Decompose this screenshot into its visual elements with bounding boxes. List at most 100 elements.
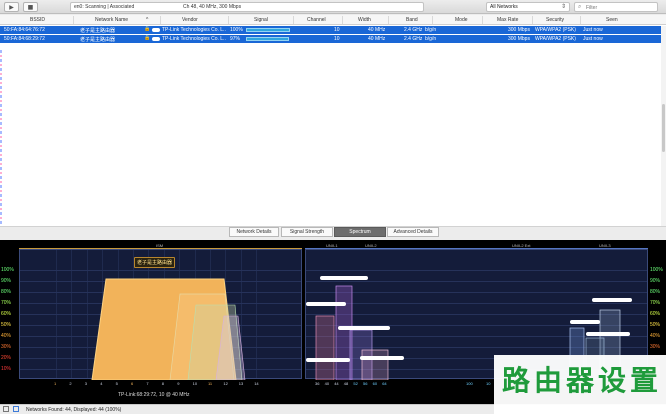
y-tick-label-right: 80% xyxy=(650,289,661,295)
x-tick-label: 1 xyxy=(54,381,57,386)
cell-width: 40 MHz xyxy=(368,27,386,33)
column-header-width[interactable]: Width xyxy=(358,17,371,23)
network-trace[interactable] xyxy=(361,349,389,380)
x-tick-label: 13 xyxy=(238,381,244,386)
y-tick-label-right: 50% xyxy=(650,322,661,328)
cell-network-name: 老子是主路由器 xyxy=(80,37,116,43)
x-tick-label: 9 xyxy=(177,381,180,386)
cell-security: WPA/WPA2 (PSK) xyxy=(535,36,576,42)
redaction-scribble xyxy=(592,298,632,302)
cell-security: WPA/WPA2 (PSK) xyxy=(535,27,576,33)
y-tick-label-left: 30% xyxy=(1,344,12,350)
redaction-scribble xyxy=(586,332,630,336)
x-tick-label: 60 xyxy=(372,381,378,386)
x-tick-label: 12 xyxy=(223,381,228,386)
cell-max-rate: 300 Mbps xyxy=(508,36,530,42)
cell-channel: 10 xyxy=(334,36,340,42)
tab-spectrum[interactable]: Spectrum xyxy=(334,227,386,237)
redaction-scribble xyxy=(320,276,368,280)
y-tick-label-left: 20% xyxy=(1,355,12,361)
x-tick-label: 4 xyxy=(100,381,103,386)
y-tick-label-left: 50% xyxy=(1,322,12,328)
cell-channel: 10 xyxy=(334,27,340,33)
networks-found-status: Networks Found: 44, Displayed: 44 (100%) xyxy=(26,407,122,413)
redaction-scribble xyxy=(338,326,390,330)
wifi-indicator-icon xyxy=(152,28,160,32)
table-header: BSSID Network Name ^ Vendor Signal Chann… xyxy=(0,15,666,25)
networks-table: BSSID Network Name ^ Vendor Signal Chann… xyxy=(0,15,666,226)
cell-seen: Just now xyxy=(583,27,603,33)
table-row[interactable]: 50:FA:84:68:29:72 老子是主路由器 🔒 TP-Link Tech… xyxy=(0,35,666,43)
column-header-bssid[interactable]: BSSID xyxy=(30,17,45,23)
tab-network-details[interactable]: Network Details xyxy=(229,227,279,237)
selected-network-caption: TP-Link:68:29:72, 10 @ 40 MHz xyxy=(118,392,190,398)
y-tick-label-left: 90% xyxy=(1,278,12,284)
tab-signal-strength[interactable]: Signal Strength xyxy=(281,227,333,237)
y-tick-label-left: 80% xyxy=(1,289,12,295)
y-tick-label-left: 40% xyxy=(1,333,12,339)
column-header-band[interactable]: Band xyxy=(406,17,418,23)
stop-scan-button[interactable]: ■ xyxy=(23,2,38,12)
cell-signal: 100% xyxy=(230,27,243,33)
x-tick-label: 11 xyxy=(208,381,213,386)
column-header-channel[interactable]: Channel xyxy=(307,17,326,23)
sidebar-toggle-icon[interactable] xyxy=(3,406,9,412)
x-tick-label: 2 xyxy=(69,381,72,386)
spectrum-plot-2-4ghz[interactable]: 老子是主路由器 xyxy=(19,249,302,380)
column-header-signal[interactable]: Signal xyxy=(254,17,268,23)
start-scan-button[interactable]: ▶ xyxy=(4,2,19,12)
cell-band: 2.4 GHz xyxy=(404,27,423,33)
filter-field[interactable]: ⌕ xyxy=(574,2,658,12)
y-tick-label-right: 40% xyxy=(650,333,661,339)
cell-mode: b/g/n xyxy=(425,36,437,42)
cell-max-rate: 300 Mbps xyxy=(508,27,530,33)
column-header-seen[interactable]: Seen xyxy=(606,17,618,23)
interface-status: en0: Scanning | Associated xyxy=(74,4,135,10)
filter-input[interactable] xyxy=(586,4,654,11)
x-tick-label: 52 xyxy=(353,381,358,386)
scrollbar-thumb[interactable] xyxy=(662,104,665,152)
table-row[interactable]: 50:FA:84:64:76:72 老子是主路由器 🔒 TP-Link Tech… xyxy=(0,26,666,34)
network-filter-select[interactable]: All Networks ⇕ xyxy=(486,2,570,12)
selected-ssid-label: 老子是主路由器 xyxy=(134,257,176,268)
up-down-chevron-icon: ⇕ xyxy=(560,3,566,10)
x-tick-label: 7 xyxy=(146,381,149,386)
network-trace[interactable] xyxy=(315,315,335,380)
y-tick-label-right: 100% xyxy=(650,267,663,273)
x-tick-label: 14 xyxy=(254,381,259,386)
x-tick-label: 8 xyxy=(161,381,165,386)
column-header-network-name[interactable]: Network Name xyxy=(95,17,128,23)
detail-tab-bar: Network Details Signal Strength Spectrum… xyxy=(0,226,666,240)
column-header-vendor[interactable]: Vendor xyxy=(182,17,198,23)
tab-advanced-details[interactable]: Advanced Details xyxy=(387,227,439,237)
x-tick-label: 6 xyxy=(131,381,134,386)
spectrum-2-4ghz-shapes xyxy=(91,278,246,380)
network-trace[interactable] xyxy=(335,285,353,380)
stop-icon: ■ xyxy=(27,4,34,11)
x-tick-label: 100 xyxy=(466,381,473,386)
lock-icon: 🔒 xyxy=(144,26,151,32)
row-color-strip xyxy=(0,50,2,226)
wifi-indicator-icon xyxy=(152,37,160,41)
table-scrollbar[interactable] xyxy=(661,26,666,226)
x-tick-label: 48 xyxy=(343,381,349,386)
signal-bar xyxy=(246,37,289,41)
table-row[interactable] xyxy=(0,44,666,49)
x-tick-label: 36 xyxy=(315,381,320,386)
cell-network-name: 老子是主路由器 xyxy=(80,28,116,34)
scan-status-field: en0: Scanning | Associated Ch 48, 40 MHz… xyxy=(70,2,424,12)
sort-ascending-icon: ^ xyxy=(146,17,149,23)
split-view-icon[interactable] xyxy=(13,406,19,412)
column-header-mode[interactable]: Mode xyxy=(455,17,468,23)
signal-bar xyxy=(246,28,290,32)
cell-vendor: TP-Link Technologies Co. L... xyxy=(162,36,226,42)
cell-seen: Just now xyxy=(583,36,603,42)
column-header-max-rate[interactable]: Max Rate xyxy=(497,17,518,23)
network-filter-value: All Networks xyxy=(490,4,518,10)
y-tick-label-left: 70% xyxy=(1,300,12,306)
column-header-security[interactable]: Security xyxy=(546,17,564,23)
cell-bssid: 50:FA:84:64:76:72 xyxy=(4,27,45,33)
x-tick-label: 10 xyxy=(486,381,491,386)
x-tick-label: 10 xyxy=(192,381,198,386)
y-tick-label-right: 70% xyxy=(650,300,661,306)
